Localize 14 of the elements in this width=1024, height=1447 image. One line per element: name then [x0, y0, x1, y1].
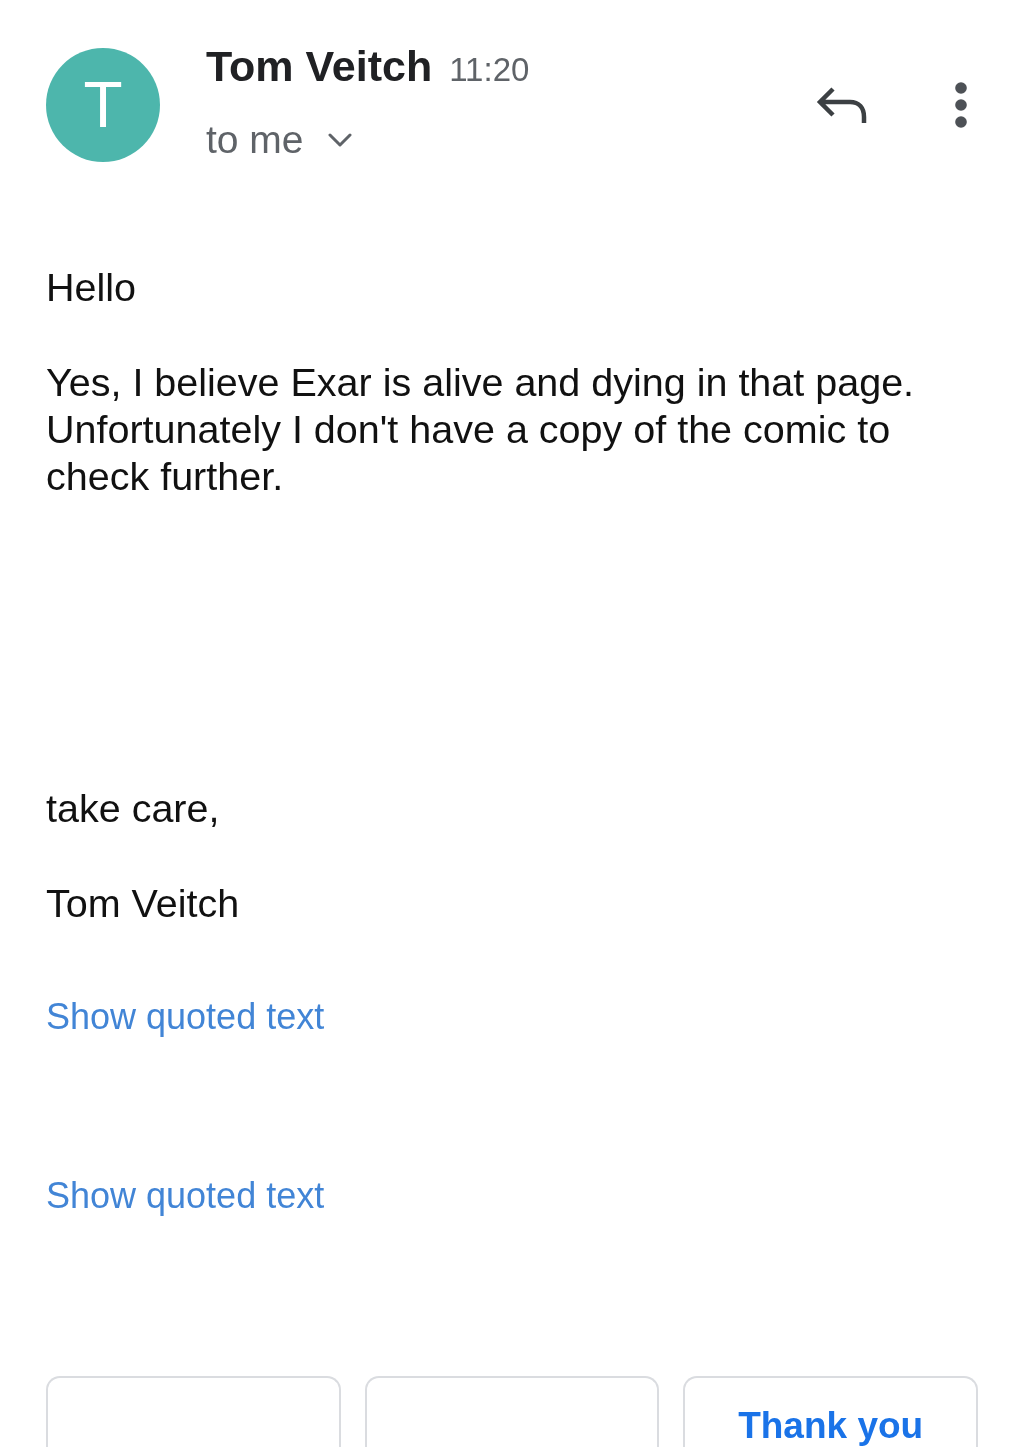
show-quoted-text-link[interactable]: Show quoted text	[46, 993, 325, 1040]
sender-name: Tom Veitch	[206, 47, 433, 86]
chevron-down-icon	[327, 133, 352, 147]
message-paragraph: Tom Veitch	[46, 880, 241, 927]
avatar: T	[46, 47, 160, 162]
more-options-icon[interactable]	[952, 81, 970, 128]
message-paragraph: take care,	[46, 785, 221, 832]
recipients-toggle[interactable]: to me	[206, 118, 352, 162]
message-paragraph: Yes, I believe Exar is alive and dying in that page. Unfortunately I don't have a copy of the comic to check further.	[46, 359, 916, 500]
smart-reply-chip[interactable]: Thank you	[683, 1376, 978, 1447]
message-time: 11:20	[449, 50, 530, 89]
reply-icon[interactable]	[816, 85, 868, 124]
show-quoted-text-link[interactable]: Show quoted text	[46, 1172, 325, 1219]
message-paragraph: Hello	[46, 264, 137, 311]
